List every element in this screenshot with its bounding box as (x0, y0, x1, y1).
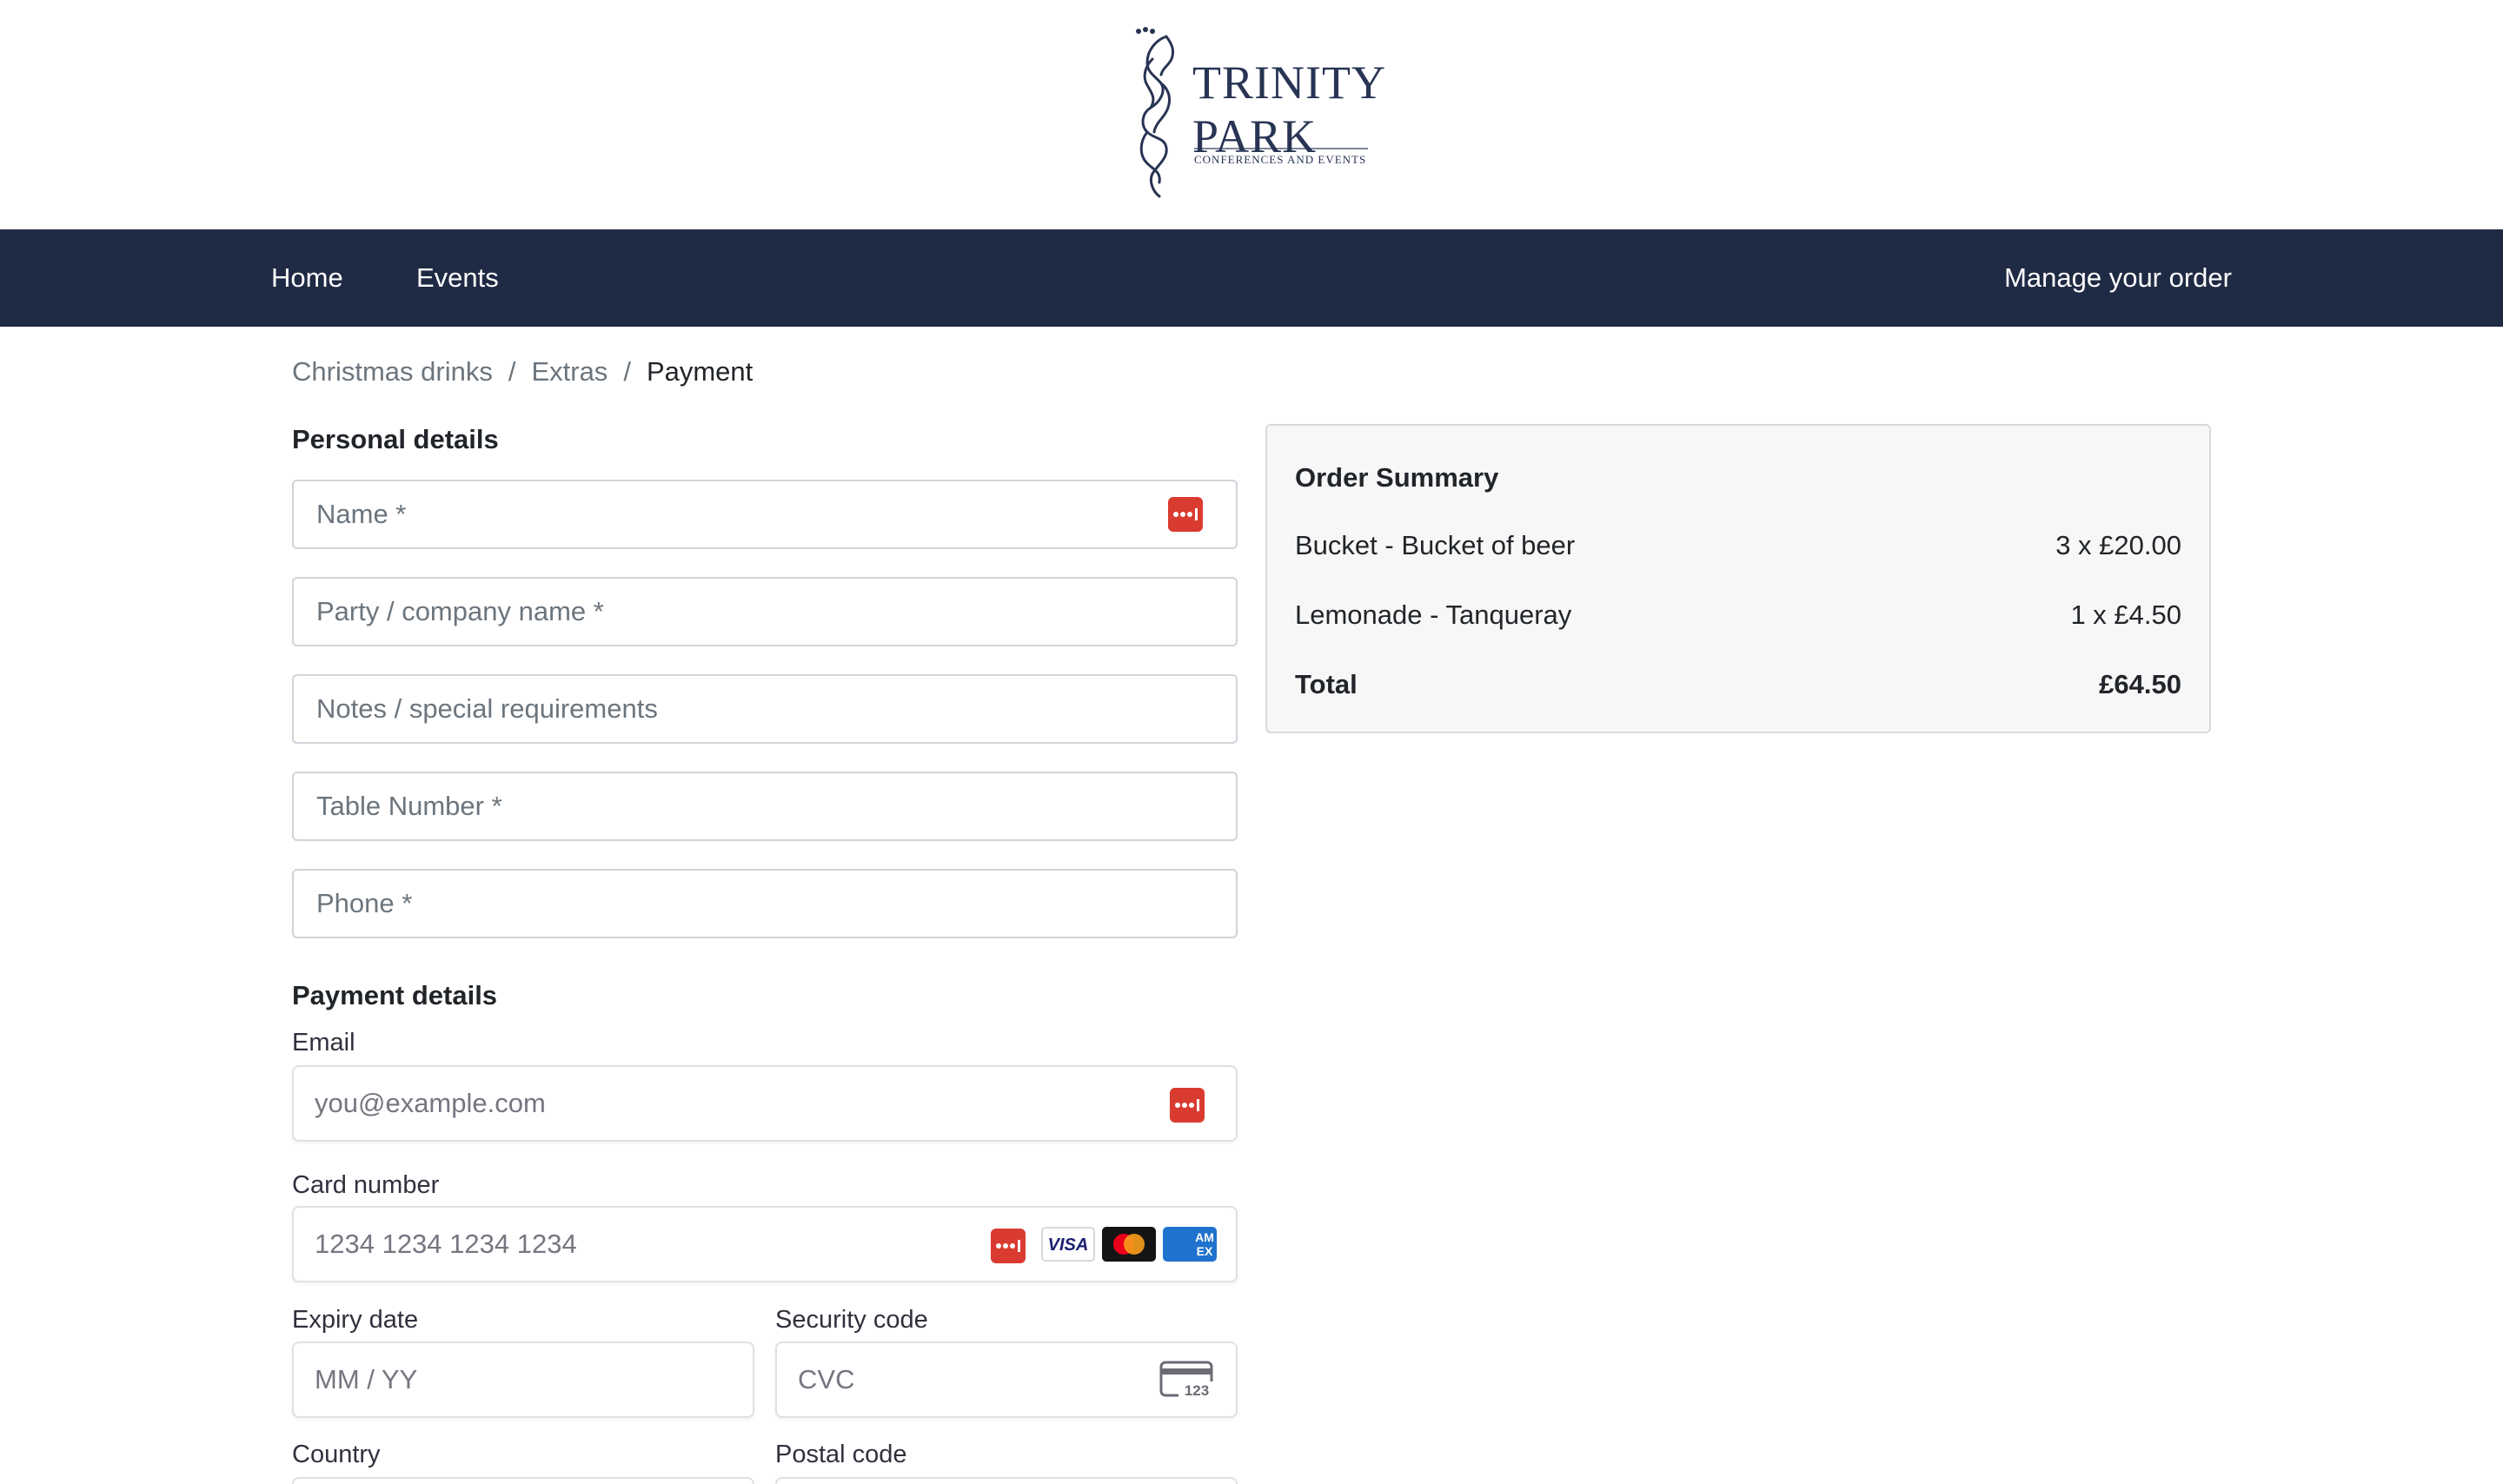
summary-total-label: Total (1295, 669, 1358, 699)
expiry-placeholder: MM / YY (315, 1364, 418, 1395)
svg-text:AM: AM (1195, 1230, 1214, 1244)
breadcrumb-item-christmas-drinks[interactable]: Christmas drinks (292, 356, 493, 387)
svg-text:VISA: VISA (1048, 1236, 1089, 1255)
party-placeholder: Party / company name * (316, 596, 604, 626)
name-input[interactable]: Name * (292, 480, 1238, 549)
notes-placeholder: Notes / special requirements (316, 693, 658, 724)
card-number-label: Card number (292, 1171, 440, 1199)
logo-tagline: CONFERENCES AND EVENTS (1194, 153, 1367, 166)
email-input[interactable]: you@example.com (292, 1065, 1238, 1142)
breadcrumb-item-extras[interactable]: Extras (531, 356, 607, 387)
party-company-input[interactable]: Party / company name * (292, 577, 1238, 646)
summary-item-name: Lemonade - Tanqueray (1295, 600, 1572, 630)
site-header: TRINITY PARK CONFERENCES AND EVENTS (0, 0, 2503, 229)
password-manager-icon[interactable] (1168, 497, 1203, 532)
horse-logo-icon (1136, 27, 1175, 198)
notes-input[interactable]: Notes / special requirements (292, 674, 1238, 744)
security-code-input[interactable]: CVC 123 (775, 1342, 1238, 1418)
personal-details-heading: Personal details (292, 424, 499, 454)
phone-input[interactable]: Phone * (292, 869, 1238, 938)
country-label: Country (292, 1441, 381, 1468)
summary-item-name: Bucket - Bucket of beer (1295, 530, 1576, 560)
mastercard-icon (1102, 1227, 1156, 1262)
security-code-label: Security code (775, 1306, 928, 1334)
card-number-placeholder: 1234 1234 1234 1234 (315, 1229, 577, 1259)
svg-text:EX: EX (1197, 1244, 1213, 1258)
table-number-input[interactable]: Table Number * (292, 772, 1238, 841)
card-cvc-icon: 123 (1159, 1361, 1215, 1399)
summary-total-value: £64.50 (2099, 669, 2181, 699)
breadcrumb: Christmas drinks / Extras / Payment (292, 356, 753, 388)
trinity-park-logo[interactable]: TRINITY PARK CONFERENCES AND EVENTS (1121, 24, 1385, 202)
order-summary-card: Order Summary Bucket - Bucket of beer 3 … (1265, 424, 2211, 733)
breadcrumb-separator: / (508, 356, 516, 387)
country-select[interactable] (292, 1477, 754, 1484)
password-manager-icon[interactable] (991, 1229, 1026, 1263)
logo-line-1: TRINITY (1192, 56, 1386, 109)
main-navbar: Home Events Manage your order (0, 229, 2503, 327)
visa-icon: VISA (1041, 1227, 1095, 1262)
summary-item-price: 3 x £20.00 (2055, 530, 2181, 560)
table-number-placeholder: Table Number * (316, 791, 502, 821)
name-placeholder: Name * (316, 499, 407, 529)
logo-divider (1194, 148, 1368, 149)
nav-home-link[interactable]: Home (271, 229, 343, 327)
nav-manage-order-link[interactable]: Manage your order (2004, 229, 2232, 327)
amex-icon: AM EX (1163, 1227, 1217, 1262)
order-summary-title: Order Summary (1295, 462, 1499, 493)
nav-events-link[interactable]: Events (416, 229, 499, 327)
expiry-date-label: Expiry date (292, 1306, 419, 1334)
cvc-icon-text: 123 (1185, 1382, 1209, 1399)
breadcrumb-separator: / (623, 356, 631, 387)
phone-placeholder: Phone * (316, 888, 413, 918)
email-label: Email (292, 1029, 355, 1057)
expiry-date-input[interactable]: MM / YY (292, 1342, 754, 1418)
cvc-placeholder: CVC (798, 1364, 855, 1395)
postal-code-label: Postal code (775, 1441, 907, 1468)
email-placeholder: you@example.com (315, 1088, 546, 1118)
postal-code-input[interactable] (775, 1477, 1238, 1484)
breadcrumb-item-payment: Payment (646, 356, 754, 387)
summary-item-price: 1 x £4.50 (2070, 600, 2181, 630)
payment-details-heading: Payment details (292, 980, 498, 1010)
card-number-input[interactable]: 1234 1234 1234 1234 VISA AM EX (292, 1206, 1238, 1282)
password-manager-icon[interactable] (1170, 1088, 1205, 1123)
